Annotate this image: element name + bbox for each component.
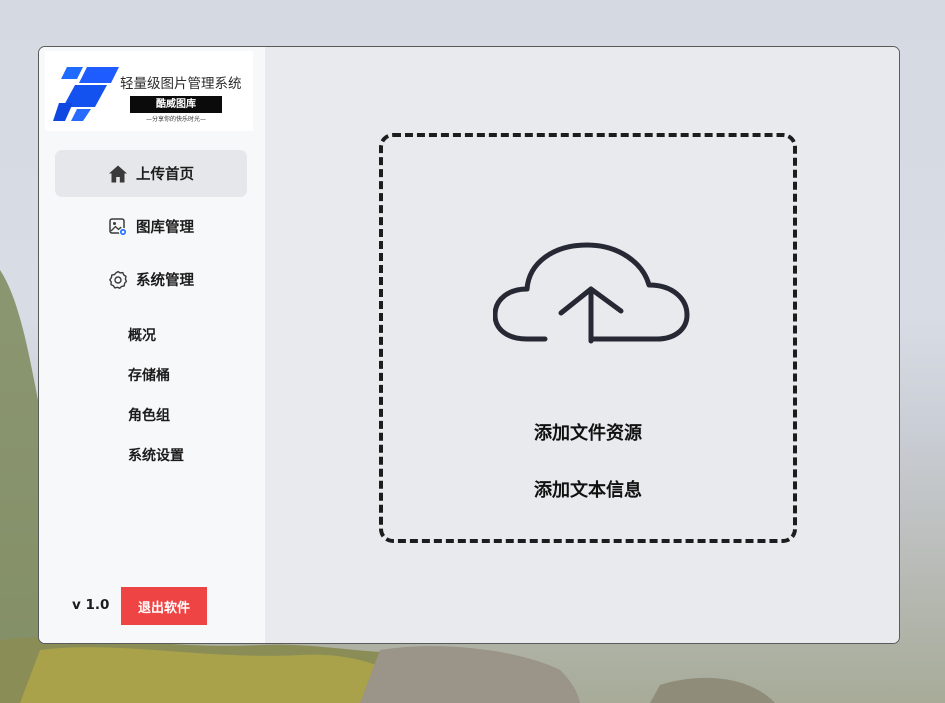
sidebar-subitem-settings[interactable]: 系统设置	[128, 445, 184, 465]
add-file-button[interactable]: 添加文件资源	[383, 419, 793, 445]
app-badge: 酷威图库	[130, 96, 222, 113]
sidebar-item-system[interactable]: 系统管理	[55, 256, 247, 303]
home-icon	[108, 164, 128, 184]
app-title: 轻量级图片管理系统	[120, 76, 242, 92]
sidebar-subitem-roles[interactable]: 角色组	[128, 405, 170, 425]
sidebar-item-upload-home[interactable]: 上传首页	[55, 150, 247, 197]
sidebar-item-label: 图库管理	[136, 220, 194, 236]
cloud-upload-icon	[493, 242, 690, 344]
gear-icon	[108, 270, 128, 290]
app-slogan: —分享你的快乐时光—	[145, 116, 206, 123]
logo-mark-icon	[53, 67, 119, 121]
app-window: 轻量级图片管理系统 酷威图库 —分享你的快乐时光— 上传首页 图库管理 系统管理…	[38, 46, 900, 644]
sidebar-item-gallery[interactable]: 图库管理	[55, 203, 247, 250]
version-label: v 1.0	[72, 597, 110, 613]
exit-button[interactable]: 退出软件	[121, 587, 207, 625]
logo: 轻量级图片管理系统 酷威图库 —分享你的快乐时光—	[45, 51, 253, 131]
sidebar: 轻量级图片管理系统 酷威图库 —分享你的快乐时光— 上传首页 图库管理 系统管理…	[39, 47, 265, 643]
sidebar-item-label: 上传首页	[136, 167, 194, 183]
main-content: 添加文件资源 添加文本信息	[265, 47, 899, 643]
upload-drop-zone[interactable]: 添加文件资源 添加文本信息	[379, 133, 797, 543]
add-text-button[interactable]: 添加文本信息	[383, 476, 793, 502]
sidebar-subitem-buckets[interactable]: 存储桶	[128, 365, 170, 385]
sidebar-subitem-overview[interactable]: 概况	[128, 325, 156, 345]
gallery-icon	[108, 217, 128, 237]
sidebar-item-label: 系统管理	[136, 273, 194, 289]
